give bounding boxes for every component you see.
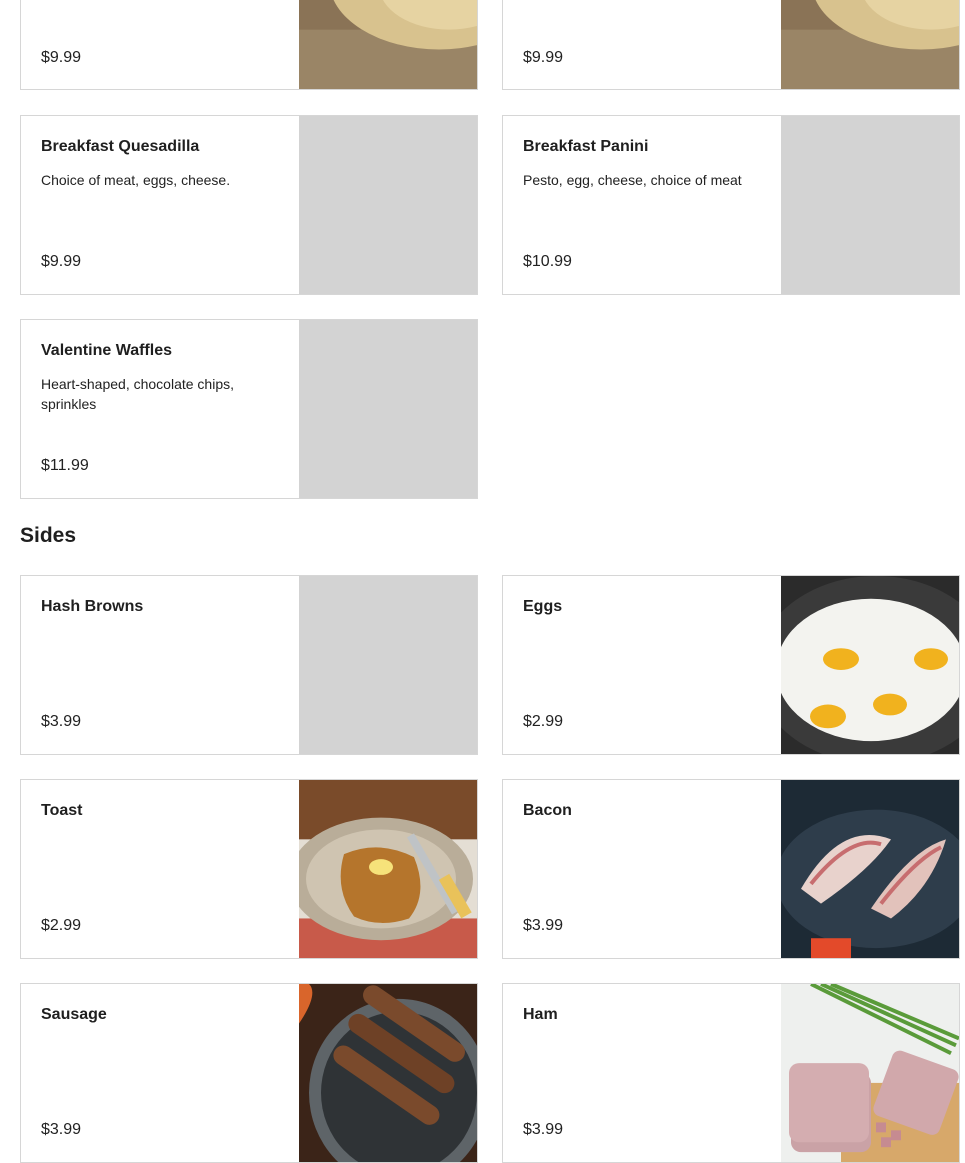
menu-item-name: Valentine Waffles	[41, 342, 172, 359]
menu-item-name: Breakfast Panini	[523, 138, 649, 155]
menu-item-price: $11.99	[41, 457, 89, 474]
menu-item-name: Breakfast Quesadilla	[41, 138, 200, 155]
menu-item-name: Hash Browns	[41, 598, 144, 615]
menu-item-card[interactable]: Bacon $3.99	[502, 779, 960, 959]
menu-item-price: $3.99	[41, 1121, 82, 1138]
menu-item-price: $9.99	[41, 253, 82, 270]
menu-item-price: $3.99	[41, 713, 82, 730]
menu-item-description: Pesto, egg, cheese, choice of meat	[523, 172, 742, 188]
menu-item-card[interactable]: Sausage $3.99	[20, 983, 478, 1163]
menu-item-price: $2.99	[523, 713, 564, 730]
fried-eggs-photo	[781, 576, 959, 754]
burrito-photo	[299, 0, 477, 89]
menu-item-price: $2.99	[41, 917, 82, 934]
sausage-photo	[299, 984, 477, 1162]
image-placeholder	[781, 116, 959, 294]
image-placeholder	[299, 576, 477, 754]
menu-item-price: $9.99	[523, 49, 564, 66]
menu-item-card[interactable]: $9.99	[502, 0, 960, 90]
menu-item-name: Sausage	[41, 1006, 107, 1023]
menu-item-price: $9.99	[41, 49, 82, 66]
menu-item-card[interactable]: Valentine Waffles Heart-shaped, chocolat…	[20, 319, 478, 499]
burrito-photo	[781, 0, 959, 89]
menu-item-description: Choice of meat, eggs, cheese.	[41, 172, 231, 188]
menu-item-name: Eggs	[523, 598, 563, 615]
menu-item-card[interactable]: Eggs $2.99	[502, 575, 960, 755]
image-placeholder	[299, 320, 477, 498]
bacon-photo	[781, 780, 959, 958]
image-placeholder	[299, 116, 477, 294]
menu-item-card[interactable]: Toast $2.99	[20, 779, 478, 959]
menu-item-card[interactable]: Breakfast Quesadilla Choice of meat, egg…	[20, 115, 478, 295]
menu-item-price: $10.99	[523, 253, 572, 270]
menu-item-price: $3.99	[523, 917, 564, 934]
menu-item-name: Toast	[41, 802, 83, 819]
menu-item-name: Bacon	[523, 802, 572, 819]
section-title-sides: Sides	[20, 524, 77, 547]
menu-item-card[interactable]: Breakfast Panini Pesto, egg, cheese, cho…	[502, 115, 960, 295]
menu-item-card[interactable]: Hash Browns $3.99	[20, 575, 478, 755]
menu-item-price: $3.99	[523, 1121, 564, 1138]
ham-photo	[781, 984, 959, 1162]
menu-item-description: Heart-shaped, chocolate chips, sprinkles	[41, 376, 234, 412]
menu-item-card[interactable]: Ham $3.99	[502, 983, 960, 1163]
menu-item-name: Ham	[523, 1006, 558, 1023]
menu-item-card[interactable]: $9.99	[20, 0, 478, 90]
toast-photo	[299, 780, 477, 958]
